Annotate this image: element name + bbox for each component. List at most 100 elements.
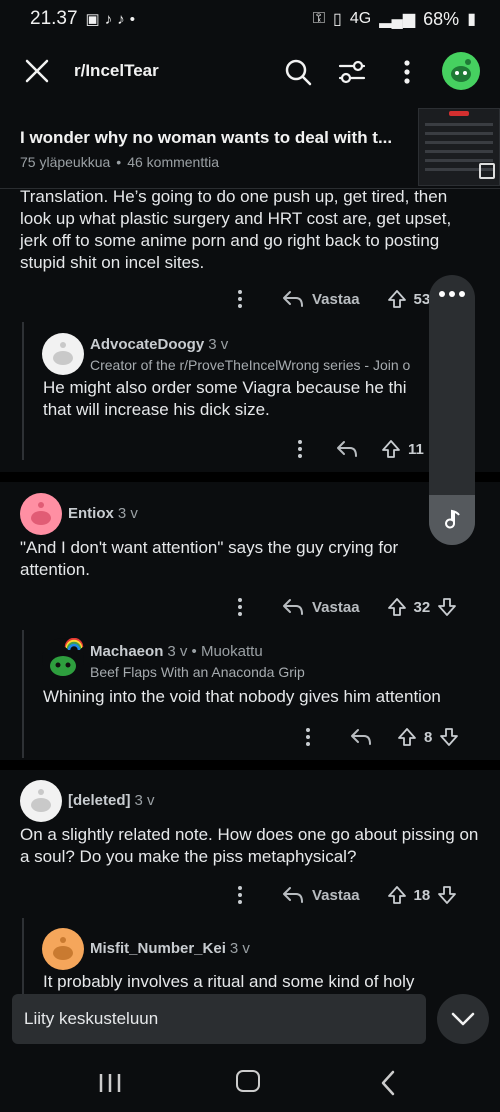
scroll-handle[interactable]: [429, 495, 475, 545]
comment-more-icon[interactable]: [302, 728, 314, 746]
search-icon[interactable]: [282, 56, 314, 88]
comment-actions: 8: [302, 726, 460, 748]
comment-more-icon[interactable]: [234, 598, 246, 616]
recent-apps-icon[interactable]: [98, 1072, 122, 1094]
post-thumbnail[interactable]: [418, 108, 500, 186]
snoo-avatar-icon: [451, 59, 471, 82]
comment-body: He might also order some Viagra because …: [43, 378, 407, 419]
comment-body: On a slightly related note. How does one…: [20, 825, 479, 866]
reply-icon: [283, 599, 303, 615]
gallery-icon: ▣: [85, 11, 100, 28]
comment-more-icon[interactable]: [234, 886, 246, 904]
collapse-button[interactable]: [437, 994, 489, 1044]
upvote-icon[interactable]: [380, 438, 402, 460]
comment-actions: Vastaa 18: [234, 884, 458, 906]
downvote-icon[interactable]: [436, 884, 458, 906]
avatar[interactable]: [42, 333, 84, 375]
notification-dot-icon: •: [129, 10, 135, 28]
reply-button[interactable]: Vastaa: [282, 598, 360, 616]
post-upvotes: 75 yläpeukkua: [20, 154, 111, 170]
snoo-avatar-icon: [53, 342, 73, 365]
network-type: 4G: [349, 10, 372, 27]
upvote-icon[interactable]: [386, 288, 408, 310]
post-comment-count: 46 kommenttia: [127, 154, 220, 170]
snoo-avatar-icon: [50, 638, 84, 676]
comment-body: Whining into the void that nobody gives …: [43, 687, 441, 706]
snoo-avatar-icon: [53, 937, 73, 960]
battery-level: 68%: [423, 8, 460, 29]
system-nav-bar: [0, 1052, 500, 1112]
more-icon[interactable]: [439, 291, 465, 297]
chevron-down-icon: [451, 1012, 475, 1026]
fast-scroll-bar[interactable]: [429, 275, 475, 545]
reply-button[interactable]: Vastaa: [282, 290, 360, 308]
vote-score: 11: [408, 440, 424, 458]
key-icon: ⚿: [312, 10, 326, 27]
sort-filter-icon[interactable]: [336, 56, 368, 88]
close-icon[interactable]: [22, 56, 52, 86]
reply-icon[interactable]: [350, 728, 372, 746]
home-icon[interactable]: [236, 1070, 260, 1092]
comment-age: 3 v • Muokattu: [167, 643, 263, 660]
comment-more-icon[interactable]: [294, 440, 306, 458]
upvote-icon[interactable]: [386, 596, 408, 618]
status-time: 21.37: [30, 8, 78, 29]
vote-score: 18: [413, 886, 431, 904]
back-icon[interactable]: [380, 1070, 396, 1096]
upvote-icon[interactable]: [396, 726, 418, 748]
more-options-icon[interactable]: [392, 56, 422, 88]
comment-actions: 11: [294, 438, 424, 460]
post-meta: 75 yläpeukkua • 46 kommenttia: [20, 154, 220, 170]
comment-body: "And I don't want attention" says the gu…: [20, 538, 399, 579]
downvote-icon[interactable]: [438, 726, 460, 748]
comment-age: 3 v: [117, 505, 138, 522]
reply-icon[interactable]: [336, 440, 358, 458]
comment-username[interactable]: [deleted]: [68, 792, 131, 809]
comment-separator: [0, 760, 500, 770]
thread-line: [22, 630, 24, 758]
comment-body: Translation. He’s going to do one push u…: [20, 187, 452, 272]
comment-age: 3 v: [229, 940, 250, 957]
upvote-icon[interactable]: [386, 884, 408, 906]
reply-icon: [283, 291, 303, 307]
vote-score: 32: [413, 598, 431, 616]
snoo-avatar-icon: [31, 789, 51, 812]
thread-line: [22, 322, 24, 460]
app-bar: r/IncelTear: [0, 44, 500, 100]
comment-actions: Vastaa 32: [234, 596, 458, 618]
vote-score: 8: [424, 728, 433, 746]
tiktok-icon-2: ♪: [117, 10, 125, 28]
join-conversation-input[interactable]: Liity keskusteluun: [12, 994, 426, 1044]
snoo-avatar-icon: [31, 502, 51, 525]
comment-username[interactable]: Misfit_Number_Kei: [90, 940, 226, 957]
tiktok-icon: ♪: [104, 10, 113, 28]
avatar[interactable]: [42, 928, 84, 970]
avatar[interactable]: [20, 780, 62, 822]
comment-age: 3 v: [208, 336, 229, 353]
comment-username[interactable]: Machaeon: [90, 643, 163, 660]
post-title[interactable]: I wonder why no woman wants to deal with…: [20, 128, 400, 148]
music-note-icon: [445, 509, 460, 529]
comment-username[interactable]: Entiox: [68, 505, 114, 522]
comment-separator: [0, 472, 500, 482]
join-conversation-placeholder: Liity keskusteluun: [24, 1009, 159, 1028]
downvote-icon[interactable]: [436, 596, 458, 618]
user-flair: Beef Flaps With an Anaconda Grip: [90, 664, 305, 680]
comment-more-icon[interactable]: [234, 290, 246, 308]
battery-icon: ▮: [467, 11, 476, 28]
comment-username[interactable]: AdvocateDoogy: [90, 336, 204, 353]
comment-body: It probably involves a ritual and some k…: [43, 972, 415, 991]
battery-saver-icon: ▯: [333, 11, 342, 28]
signal-icon: ▂▄▆: [379, 11, 416, 28]
user-flair: Creator of the r/ProveTheIncelWrong seri…: [90, 357, 411, 373]
thread-line: [22, 918, 24, 998]
user-avatar[interactable]: [442, 52, 480, 90]
subreddit-title[interactable]: r/IncelTear: [74, 61, 159, 81]
avatar[interactable]: [20, 493, 62, 535]
comment-age: 3 v: [134, 792, 155, 809]
vote-score: 53: [413, 290, 431, 308]
avatar[interactable]: [42, 638, 84, 680]
reply-button[interactable]: Vastaa: [282, 886, 360, 904]
post-header[interactable]: I wonder why no woman wants to deal with…: [20, 128, 400, 170]
status-bar: 21.37 ▣ ♪ ♪ • ⚿ ▯ 4G ▂▄▆ 68% ▮: [0, 0, 500, 38]
